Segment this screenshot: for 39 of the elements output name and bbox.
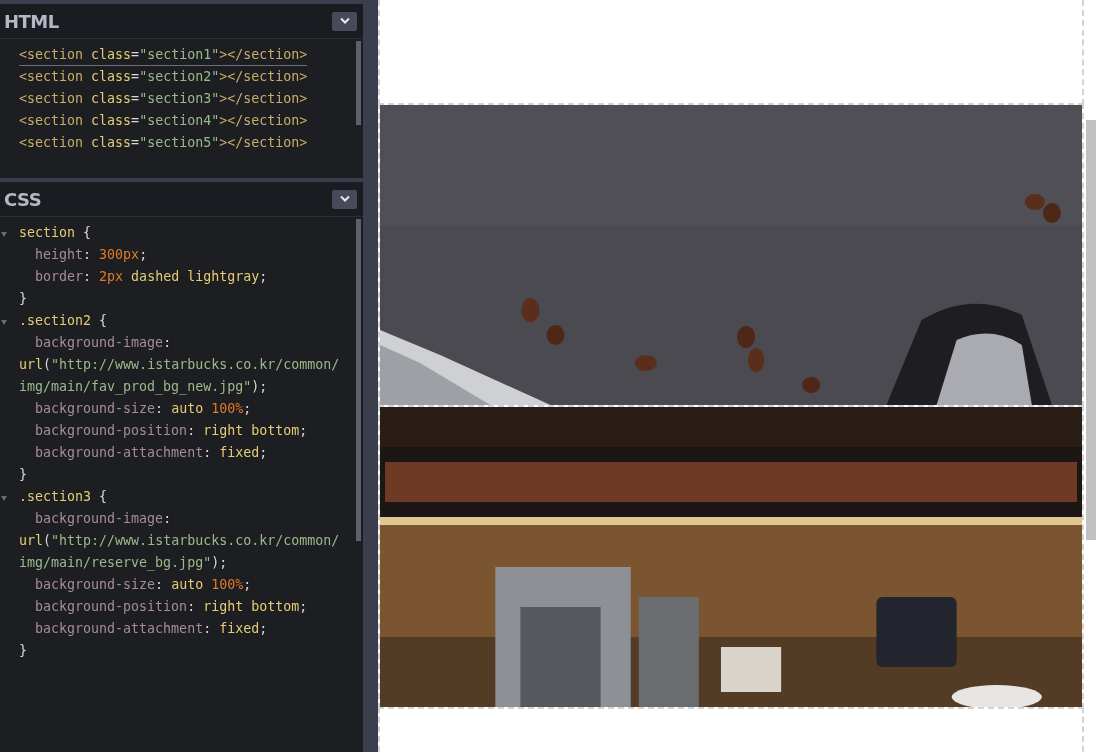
resize-handle[interactable] <box>363 0 378 752</box>
scrollbar-thumb[interactable] <box>1086 120 1096 540</box>
code-line: <section class="section2"></section> <box>19 68 308 86</box>
panel-title: HTML <box>4 10 59 32</box>
code-line: background-attachment: fixed; <box>34 444 268 462</box>
code-line: } <box>19 642 28 660</box>
collapse-button[interactable] <box>332 11 357 31</box>
code-line: border: 2px dashed lightgray; <box>34 268 268 286</box>
code-line: background-position: right bottom; <box>34 422 308 440</box>
code-line: } <box>19 466 28 484</box>
code-editor[interactable]: <section class="section1"></section> <section class="section2"></section> <section class="section3"></section> <section class="section4"></section> <section class="section5"></section> <box>0 39 363 178</box>
code-line: img/main/reserve_bg.jpg"); <box>19 554 228 573</box>
code-line: } <box>19 290 28 308</box>
code-line: background-attachment: fixed; <box>34 620 268 638</box>
fold-icon[interactable] <box>1 320 7 325</box>
code-line: <section class="section1"></section> <box>19 45 308 66</box>
code-line: <section class="section3"></section> <box>19 90 308 108</box>
chevron-down-icon <box>338 195 351 203</box>
code-line: url("http://www.istarbucks.co.kr/common/ <box>19 532 340 550</box>
code-line: url("http://www.istarbucks.co.kr/common/ <box>19 356 340 374</box>
code-line: img/main/fav_prod_bg_new.jpg"); <box>19 378 268 397</box>
code-line: height: 300px; <box>34 246 148 264</box>
code-line: section { <box>19 224 92 242</box>
code-line: background-size: auto 100%; <box>34 400 252 418</box>
scrollbar-thumb[interactable] <box>356 219 361 541</box>
fold-icon[interactable] <box>1 232 7 237</box>
code-line: <section class="section5"></section> <box>19 134 308 152</box>
chevron-down-icon <box>338 17 351 25</box>
fold-icon[interactable] <box>1 496 7 501</box>
code-line: background-image: <box>34 510 172 528</box>
panel-title: CSS <box>4 188 42 210</box>
code-line: background-position: right bottom; <box>34 598 308 616</box>
collapse-button[interactable] <box>332 189 357 209</box>
code-line: .section3 { <box>19 488 108 506</box>
code-line: <section class="section4"></section> <box>19 112 308 130</box>
code-line: background-image: <box>34 334 172 352</box>
scrollbar-thumb[interactable] <box>356 41 361 125</box>
code-line: .section2 { <box>19 312 108 330</box>
code-line: background-size: auto 100%; <box>34 576 252 594</box>
